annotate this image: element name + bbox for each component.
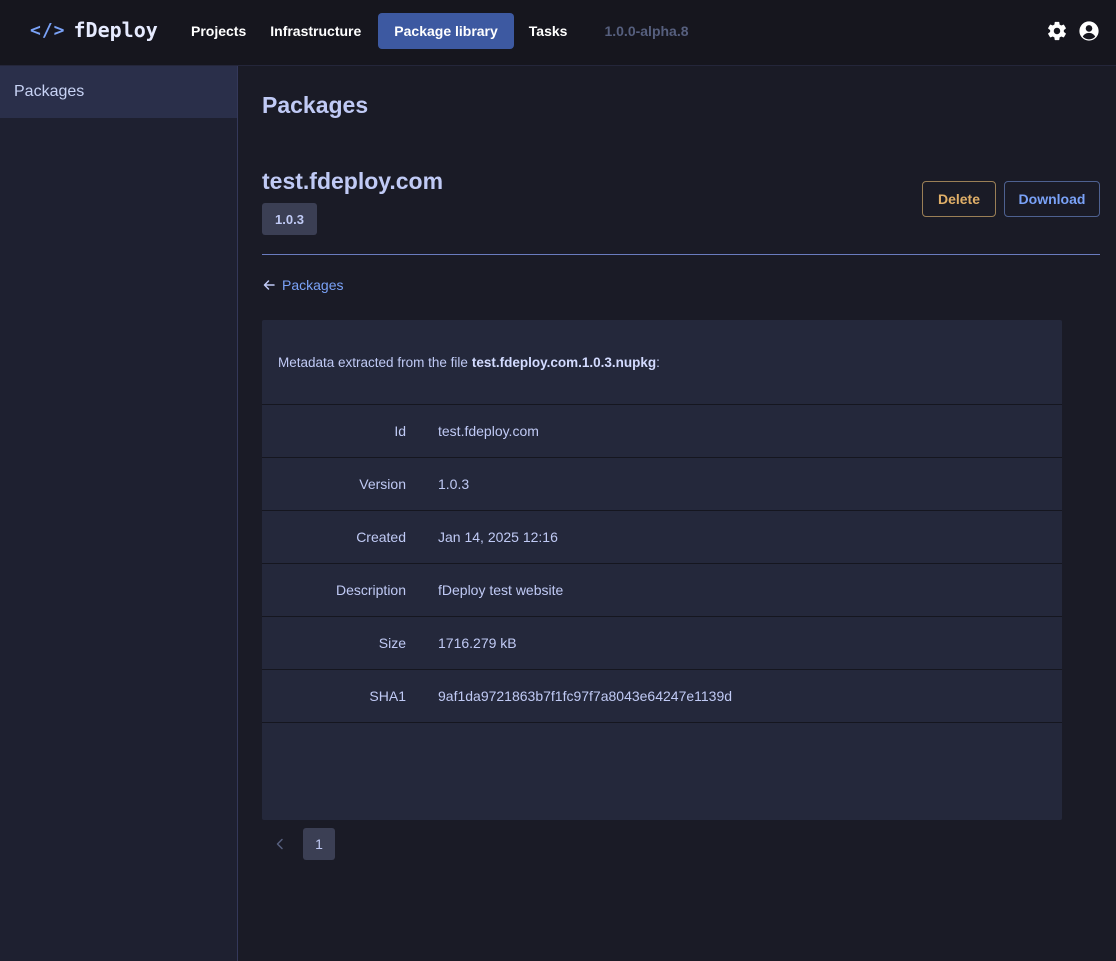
app-version: 1.0.0-alpha.8 [604, 23, 689, 39]
top-navbar: </> fDeploy Projects Infrastructure Pack… [0, 0, 1116, 66]
nav-infrastructure[interactable]: Infrastructure [259, 13, 372, 49]
prev-page-button[interactable] [262, 828, 298, 860]
table-row: Size 1716.279 kB [262, 617, 1062, 670]
row-key-size: Size [378, 635, 406, 651]
sidebar-item-packages[interactable]: Packages [0, 66, 237, 118]
row-key-sha1: SHA1 [369, 688, 406, 704]
row-key-description: Description [335, 582, 406, 598]
nav-projects[interactable]: Projects [180, 13, 257, 49]
table-row: Description fDeploy test website [262, 564, 1062, 617]
row-value-version: 1.0.3 [438, 476, 470, 492]
table-row: Version 1.0.3 [262, 458, 1062, 511]
download-button[interactable]: Download [1004, 181, 1100, 217]
metadata-suffix: : [656, 354, 660, 370]
header-divider [262, 254, 1100, 255]
arrow-left-icon [263, 280, 275, 290]
main-nav: Projects Infrastructure Package library … [180, 13, 689, 49]
row-value-created: Jan 14, 2025 12:16 [438, 529, 558, 545]
sidebar: Packages [0, 66, 238, 961]
user-circle-icon[interactable] [1078, 20, 1100, 42]
metadata-filename: test.fdeploy.com.1.0.3.nupkg [471, 354, 657, 370]
app-name: fDeploy [73, 18, 158, 42]
row-key-version: Version [359, 476, 406, 492]
table-row: Created Jan 14, 2025 12:16 [262, 511, 1062, 564]
metadata-caption: Metadata extracted from the file test.fd… [262, 320, 1062, 405]
page-title: Packages [262, 92, 369, 118]
gear-icon[interactable] [1046, 20, 1068, 42]
page-1-button[interactable]: 1 [303, 828, 335, 860]
row-value-sha1: 9af1da9721863b7f1fc97f7a8043e64247e1139d [438, 688, 733, 704]
nav-package-library[interactable]: Package library [378, 13, 514, 49]
top-icons [1046, 20, 1100, 42]
delete-button[interactable]: Delete [922, 181, 996, 217]
back-link-label: Packages [282, 277, 344, 293]
table-row: Id test.fdeploy.com [262, 405, 1062, 458]
row-key-id: Id [394, 423, 406, 439]
row-key-created: Created [356, 529, 406, 545]
version-badge: 1.0.3 [262, 203, 317, 235]
metadata-intro: Metadata extracted from the file [278, 354, 468, 370]
row-value-id: test.fdeploy.com [438, 423, 539, 439]
code-brackets-icon: </> [30, 19, 66, 41]
metadata-card: Metadata extracted from the file test.fd… [262, 320, 1062, 820]
pagination: 1 [262, 828, 335, 860]
package-title: test.fdeploy.com [262, 168, 444, 194]
row-value-description: fDeploy test website [438, 582, 564, 598]
table-row: SHA1 9af1da9721863b7f1fc97f7a8043e64247e… [262, 670, 1062, 723]
back-to-packages-link[interactable]: Packages [262, 277, 343, 293]
app-logo[interactable]: </> fDeploy [30, 18, 158, 42]
row-value-size: 1716.279 kB [438, 635, 517, 651]
chevron-left-icon [276, 838, 283, 850]
nav-tasks[interactable]: Tasks [518, 13, 579, 49]
